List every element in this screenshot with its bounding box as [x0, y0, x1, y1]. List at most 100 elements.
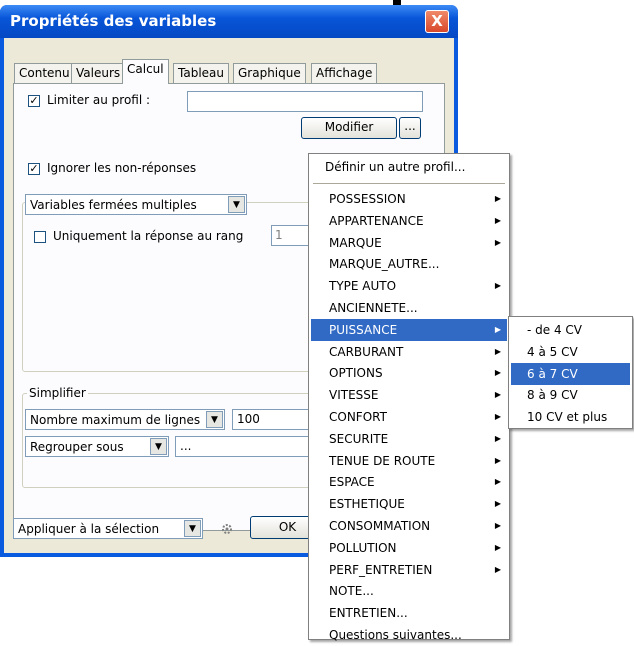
tab-label: Graphique: [238, 66, 301, 80]
rank-label: Uniquement la réponse au rang: [53, 229, 244, 243]
submenu-item-4[interactable]: 10 CV et plus: [511, 406, 630, 428]
tab-calcul[interactable]: Calcul: [122, 59, 169, 84]
menu-item-label: ENTRETIEN...: [329, 606, 408, 621]
menu-item-label: PUISSANCE: [329, 322, 398, 337]
submenu-arrow-icon: ▶: [494, 390, 501, 400]
submenu-item-label: - de 4 CV: [527, 323, 582, 337]
menu-item-tenue-de-route[interactable]: TENUE DE ROUTE ▶: [311, 450, 507, 472]
submenu-item-label: 10 CV et plus: [527, 410, 608, 425]
rank-checkbox[interactable]: [34, 231, 46, 243]
simplify-group-label: Simplifier: [27, 386, 88, 400]
submenu-item-3[interactable]: 8 à 9 CV: [511, 384, 630, 406]
tab-label: Affichage: [316, 66, 373, 80]
limit-profile-label: Limiter au profil :: [47, 93, 151, 107]
menu-item-marque-autre[interactable]: MARQUE_AUTRE...: [311, 253, 507, 275]
modify-button[interactable]: Modifier: [301, 117, 397, 139]
profile-context-menu: Définir un autre profil... POSSESSION ▶ AP…: [308, 153, 510, 642]
submenu-item-0[interactable]: - de 4 CV: [511, 319, 630, 341]
group-under-combo[interactable]: Regrouper sous ▼: [25, 436, 169, 457]
submenu-item-2[interactable]: 6 à 7 CV: [511, 362, 630, 385]
menu-item-label: ANCIENNETE...: [329, 301, 418, 315]
tab-affichage[interactable]: Affichage: [311, 63, 378, 83]
menu-item-carburant[interactable]: CARBURANT ▶: [311, 341, 507, 363]
submenu-arrow-icon: ▶: [494, 281, 501, 291]
profile-field[interactable]: [187, 91, 423, 112]
max-lines-field[interactable]: 100: [232, 409, 312, 430]
submenu-arrow-icon: ▶: [494, 455, 501, 465]
menu-item-label: CONFORT: [329, 410, 387, 424]
menu-item-perf-entretien[interactable]: PERF_ENTRETIEN ▶: [311, 559, 507, 581]
chevron-down-icon: ▼: [150, 438, 167, 455]
menu-item-label: CONSOMMATION: [329, 519, 431, 533]
menu-item-securite[interactable]: SECURITE ▶: [311, 428, 507, 450]
submenu-arrow-icon: ▶: [494, 521, 501, 530]
menu-item-type-auto[interactable]: TYPE AUTO ▶: [311, 275, 507, 297]
ignore-nonresponses-checkbox[interactable]: ✓: [28, 163, 40, 175]
submenu-item-label: 8 à 9 CV: [527, 388, 578, 403]
rank-field[interactable]: 1: [271, 225, 311, 246]
menu-item-anciennete[interactable]: ANCIENNETE...: [311, 297, 507, 319]
submenu-arrow-icon: ▶: [494, 433, 501, 443]
menu-item-define-profile[interactable]: Définir un autre profil...: [311, 156, 507, 178]
menu-item-pollution[interactable]: POLLUTION ▶: [311, 537, 507, 559]
menu-item-label: POSSESSION: [329, 192, 406, 206]
menu-item-label: MARQUE_AUTRE...: [329, 257, 440, 272]
submenu-item-1[interactable]: 4 à 5 CV: [511, 341, 630, 363]
limit-profile-checkbox[interactable]: ✓: [28, 95, 40, 107]
menu-item-label: MARQUE: [329, 235, 382, 250]
menu-item-label: POLLUTION: [329, 540, 397, 555]
menu-item-vitesse[interactable]: VITESSE ▶: [311, 384, 507, 406]
menu-item-label: PERF_ENTRETIEN: [329, 562, 433, 577]
submenu-arrow-icon: ▶: [494, 194, 501, 203]
tab-contenu[interactable]: Contenu: [14, 63, 75, 83]
menu-item-appartenance[interactable]: APPARTENANCE ▶: [311, 210, 507, 232]
menu-item-confort[interactable]: CONFORT ▶: [311, 406, 507, 428]
tab-tableau[interactable]: Tableau: [173, 63, 229, 83]
tab-label: Calcul: [127, 62, 164, 76]
profile-ellipsis-button[interactable]: ...: [399, 117, 421, 139]
combo-value: Regrouper sous: [30, 440, 124, 454]
submenu-arrow-icon: ▶: [494, 368, 501, 378]
menu-item-possession[interactable]: POSSESSION ▶: [311, 188, 507, 210]
submenu-arrow-icon: ▶: [494, 215, 501, 225]
gear-icon[interactable]: [220, 522, 234, 536]
tab-label: Tableau: [178, 66, 224, 80]
menu-item-label: OPTIONS: [329, 366, 383, 381]
puissance-submenu: - de 4 CV 4 à 5 CV 6 à 7 CV 8 à 9 CV 10 CV e…: [508, 316, 633, 429]
menu-item-note[interactable]: NOTE...: [311, 580, 507, 602]
menu-item-esthetique[interactable]: ESTHETIQUE ▶: [311, 493, 507, 515]
submenu-arrow-icon: ▶: [494, 564, 501, 574]
title-bar[interactable]: Propriétés des variables X: [0, 5, 458, 38]
menu-item-label: TENUE DE ROUTE: [329, 453, 436, 468]
menu-item-label: SECURITE: [329, 431, 389, 446]
submenu-arrow-icon: ▶: [494, 477, 501, 487]
menu-item-label: VITESSE: [329, 388, 379, 403]
menu-item-questions-suivantes[interactable]: Questions suivantes...: [311, 624, 507, 646]
menu-item-label: ESPACE: [329, 475, 375, 490]
menu-separator: [313, 183, 505, 184]
group-under-field[interactable]: ...: [175, 436, 312, 457]
menu-item-consommation[interactable]: CONSOMMATION ▶: [311, 515, 507, 537]
tab-graphique[interactable]: Graphique: [233, 63, 306, 83]
menu-item-espace[interactable]: ESPACE ▶: [311, 471, 507, 493]
window-title: Propriétés des variables: [10, 12, 217, 30]
submenu-item-label: 6 à 7 CV: [527, 366, 578, 381]
submenu-item-label: 4 à 5 CV: [527, 344, 578, 359]
tab-label: Contenu: [19, 66, 70, 80]
tab-valeurs[interactable]: Valeurs: [71, 63, 126, 83]
menu-item-entretien[interactable]: ENTRETIEN...: [311, 602, 507, 624]
chevron-down-icon: ▼: [184, 520, 201, 537]
close-button[interactable]: X: [425, 10, 449, 33]
apply-scope-combo[interactable]: Appliquer à la sélection ▼: [13, 518, 203, 539]
tab-label: Valeurs: [76, 66, 121, 80]
menu-item-marque[interactable]: MARQUE ▶: [311, 232, 507, 254]
max-lines-combo[interactable]: Nombre maximum de lignes ▼: [25, 409, 225, 430]
submenu-arrow-icon: ▶: [494, 237, 501, 247]
chevron-down-icon: ▼: [206, 411, 223, 428]
menu-item-label: TYPE AUTO: [329, 279, 397, 294]
variables-type-combo[interactable]: Variables fermées multiples ▼: [25, 194, 247, 215]
combo-value: Nombre maximum de lignes: [30, 413, 201, 427]
menu-item-options[interactable]: OPTIONS ▶: [311, 362, 507, 384]
close-icon: X: [431, 12, 443, 30]
menu-item-puissance[interactable]: PUISSANCE ▶: [311, 318, 507, 341]
